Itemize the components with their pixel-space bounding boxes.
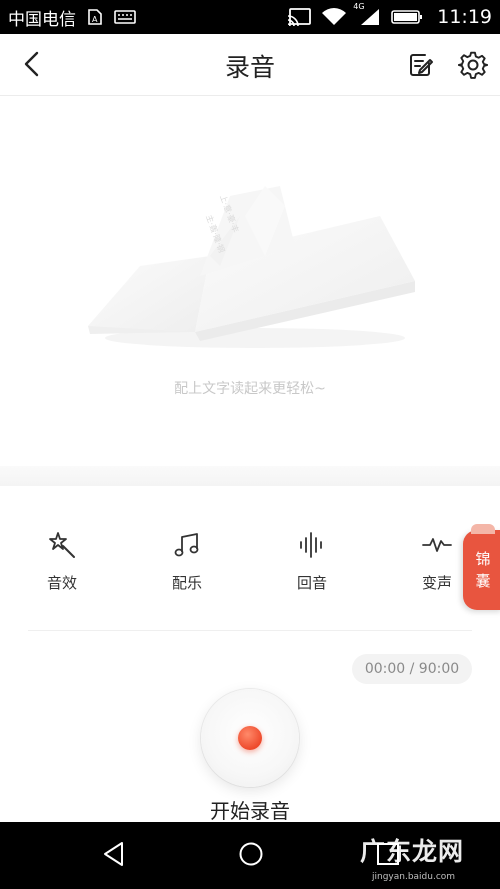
gear-icon [457,50,489,84]
start-record-button[interactable] [201,689,299,787]
music-note-icon [172,530,202,560]
watermark-text: 广东龙网 [360,837,465,866]
pulse-icon [422,530,452,560]
record-timer: 00:00 / 90:00 [352,654,472,684]
triangle-back-icon [102,841,126,871]
network-type-label: 4G [353,2,365,11]
tips-side-tab[interactable]: 锦 囊 [463,524,500,610]
edit-text-button[interactable] [403,49,439,85]
echo-button[interactable]: 回音 [272,530,352,593]
app-header: 录音 [0,34,500,96]
tool-label: 回音 [296,574,327,592]
sound-effect-button[interactable]: 音效 [22,530,102,593]
tool-label: 音效 [46,574,77,592]
open-book-illustration: 上·意·豪·丰 主·轰·隆·钢 [80,176,420,366]
sim-alert-icon: A [86,9,104,25]
clock: 11:19 [437,6,492,28]
watermark: 广东龙网 jingyan.baidu.com [360,832,496,884]
carrier-label: 中国电信 [8,9,76,30]
system-nav-bar: 广东龙网 jingyan.baidu.com [0,822,500,889]
side-tab-label-1: 锦 [475,550,491,568]
tool-label: 配乐 [171,574,202,592]
circle-home-icon [238,841,264,871]
signal-icon: 4G [353,2,381,26]
settings-button[interactable] [455,49,491,85]
waveform-icon [297,530,327,560]
separator-line [28,630,472,631]
text-placeholder-area[interactable]: 上·意·豪·丰 主·轰·隆·钢 配上文字读起来更轻松~ [0,96,500,466]
magic-wand-icon [47,530,77,560]
section-divider [0,466,500,486]
tool-row: 音效 配乐 回音 变声 [0,486,500,630]
side-tab-label-2: 囊 [475,572,491,590]
status-bar: 中国电信 A 4G 11:19 [0,0,500,34]
nav-back-button[interactable] [98,840,130,872]
battery-icon [391,9,423,25]
start-record-label: 开始录音 [210,799,290,823]
tool-label: 变声 [421,574,452,592]
edit-text-icon [407,51,435,83]
watermark-subtext: jingyan.baidu.com [372,872,456,882]
nav-home-button[interactable] [235,840,267,872]
svg-text:A: A [92,15,98,24]
keyboard-icon [114,9,136,25]
wifi-icon [321,8,347,26]
background-music-button[interactable]: 配乐 [147,530,227,593]
record-dot-icon [238,726,262,750]
cast-icon [287,8,312,26]
empty-hint-text: 配上文字读起来更轻松~ [174,381,326,397]
